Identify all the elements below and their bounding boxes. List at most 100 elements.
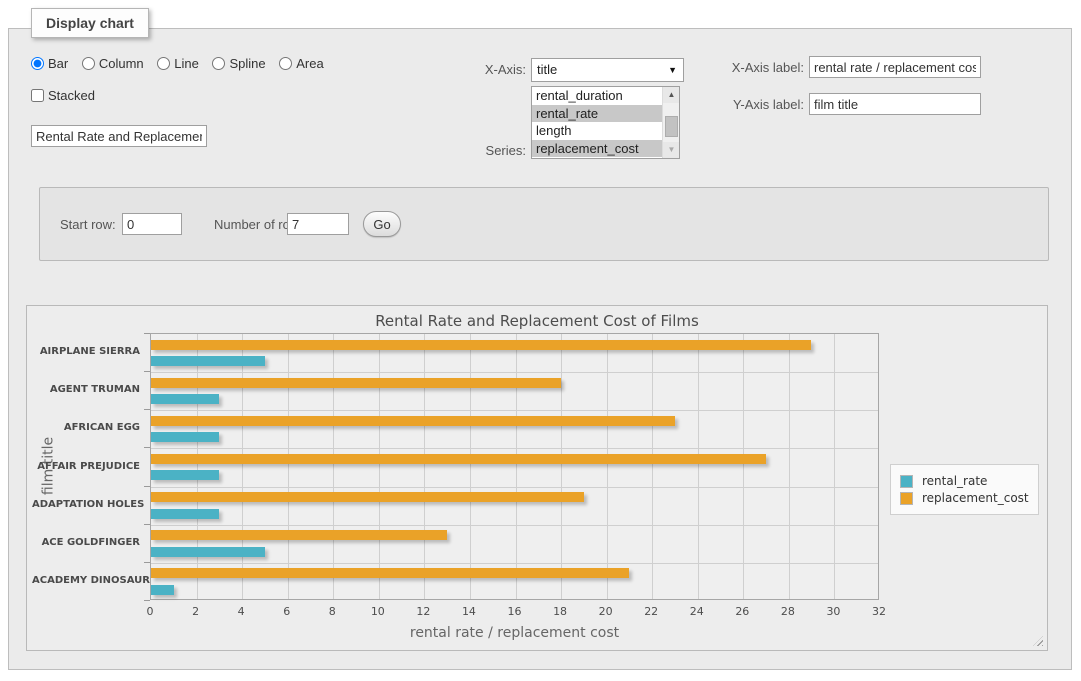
legend-entry-rental-rate: rental_rate bbox=[900, 474, 1029, 488]
spline-radio-label: Spline bbox=[229, 56, 265, 71]
y-axis-tick bbox=[144, 409, 150, 410]
bar-rental-rate bbox=[151, 356, 265, 366]
stacked-label: Stacked bbox=[48, 88, 95, 103]
category-label: AGENT TRUMAN bbox=[32, 384, 148, 395]
scrollbar-down-icon[interactable]: ▼ bbox=[663, 142, 680, 158]
scrollbar-up-icon[interactable]: ▲ bbox=[663, 87, 680, 103]
x-axis-label-label: X-Axis label: bbox=[709, 60, 804, 75]
stacked-option: Stacked bbox=[31, 88, 95, 103]
bar-rental-rate bbox=[151, 470, 219, 480]
gridline-vertical bbox=[516, 334, 517, 599]
series-option[interactable]: replacement_cost bbox=[532, 140, 662, 158]
bar-replacement-cost bbox=[151, 378, 561, 388]
gridline-vertical bbox=[379, 334, 380, 599]
x-tick-label: 22 bbox=[631, 605, 671, 618]
bar-radio[interactable] bbox=[31, 57, 44, 70]
x-axis-selected-value: title bbox=[537, 62, 557, 77]
x-tick-label: 30 bbox=[813, 605, 853, 618]
x-tick-label: 26 bbox=[722, 605, 762, 618]
line-radio-label: Line bbox=[174, 56, 199, 71]
x-axis-title: rental rate / replacement cost bbox=[150, 625, 879, 641]
replacement-cost-swatch bbox=[900, 492, 913, 505]
x-tick-label: 0 bbox=[130, 605, 170, 618]
gridline-vertical bbox=[652, 334, 653, 599]
scrollbar-thumb[interactable] bbox=[665, 116, 678, 137]
gridline-vertical bbox=[197, 334, 198, 599]
series-option[interactable]: rental_duration bbox=[532, 87, 662, 105]
gridline-horizontal bbox=[151, 563, 878, 564]
legend-entry-replacement-cost: replacement_cost bbox=[900, 491, 1029, 505]
bar-replacement-cost bbox=[151, 454, 766, 464]
category-label: AIRPLANE SIERRA bbox=[32, 346, 148, 357]
plot-area bbox=[150, 333, 879, 600]
bar-rental-rate bbox=[151, 394, 219, 404]
y-axis-tick bbox=[144, 486, 150, 487]
bar-replacement-cost bbox=[151, 340, 811, 350]
area-radio[interactable] bbox=[279, 57, 292, 70]
gridline-vertical bbox=[288, 334, 289, 599]
gridline-horizontal bbox=[151, 487, 878, 488]
category-label: ACE GOLDFINGER bbox=[32, 537, 148, 548]
y-axis-tick bbox=[144, 447, 150, 448]
y-axis-tick bbox=[144, 371, 150, 372]
gridline-vertical bbox=[789, 334, 790, 599]
x-tick-label: 32 bbox=[859, 605, 899, 618]
bar-replacement-cost bbox=[151, 568, 629, 578]
panel-legend: Display chart bbox=[31, 8, 149, 38]
chart-type-option-spline[interactable]: Spline bbox=[212, 56, 265, 71]
line-radio[interactable] bbox=[157, 57, 170, 70]
bar-replacement-cost bbox=[151, 416, 675, 426]
bar-rental-rate bbox=[151, 432, 219, 442]
chart-type-option-area[interactable]: Area bbox=[279, 56, 323, 71]
y-axis-tick bbox=[144, 333, 150, 334]
chart-legend: rental_rate replacement_cost bbox=[890, 464, 1039, 515]
x-axis-select[interactable]: title ▼ bbox=[531, 58, 684, 82]
x-tick-label: 10 bbox=[358, 605, 398, 618]
display-chart-panel: Display chart Bar Column Line Spline Are… bbox=[8, 28, 1072, 670]
replacement-cost-legend-label: replacement_cost bbox=[913, 491, 1029, 505]
x-tick-label: 12 bbox=[403, 605, 443, 618]
chart-type-option-bar[interactable]: Bar bbox=[31, 56, 68, 71]
column-radio-label: Column bbox=[99, 56, 144, 71]
series-scrollbar[interactable]: ▲ ▼ bbox=[662, 87, 679, 158]
series-listbox[interactable]: rental_durationrental_ratelengthreplacem… bbox=[531, 86, 680, 159]
chart-type-option-line[interactable]: Line bbox=[157, 56, 199, 71]
start-row-input[interactable] bbox=[122, 213, 182, 235]
series-options: rental_durationrental_ratelengthreplacem… bbox=[532, 87, 662, 158]
x-tick-label: 24 bbox=[677, 605, 717, 618]
gridline-vertical bbox=[424, 334, 425, 599]
gridline-vertical bbox=[242, 334, 243, 599]
x-tick-labels: 02468101214161820222426283032 bbox=[150, 605, 879, 619]
column-radio[interactable] bbox=[82, 57, 95, 70]
gridline-horizontal bbox=[151, 372, 878, 373]
gridline-vertical bbox=[743, 334, 744, 599]
series-option[interactable]: rental_rate bbox=[532, 105, 662, 123]
spline-radio[interactable] bbox=[212, 57, 225, 70]
gridline-horizontal bbox=[151, 410, 878, 411]
x-axis-label-input[interactable] bbox=[809, 56, 981, 78]
x-tick-label: 28 bbox=[768, 605, 808, 618]
chart-type-option-column[interactable]: Column bbox=[82, 56, 144, 71]
area-radio-label: Area bbox=[296, 56, 323, 71]
y-axis-label-input[interactable] bbox=[809, 93, 981, 115]
number-of-rows-input[interactable] bbox=[287, 213, 349, 235]
gridline-horizontal bbox=[151, 525, 878, 526]
dropdown-arrow-icon: ▼ bbox=[668, 66, 677, 75]
start-row-label: Start row: bbox=[60, 217, 116, 232]
x-tick-label: 8 bbox=[312, 605, 352, 618]
stacked-checkbox[interactable] bbox=[31, 89, 44, 102]
x-tick-label: 18 bbox=[540, 605, 580, 618]
rows-form: Start row: Number of rows: Go bbox=[39, 187, 1049, 261]
y-axis-tick bbox=[144, 524, 150, 525]
x-tick-label: 6 bbox=[267, 605, 307, 618]
gridline-vertical bbox=[698, 334, 699, 599]
chart-resize-handle[interactable] bbox=[1033, 636, 1043, 646]
series-option[interactable]: length bbox=[532, 122, 662, 140]
x-tick-label: 14 bbox=[449, 605, 489, 618]
y-axis-tick bbox=[144, 600, 150, 601]
x-tick-label: 4 bbox=[221, 605, 261, 618]
gridline-vertical bbox=[607, 334, 608, 599]
go-button[interactable]: Go bbox=[363, 211, 401, 237]
x-axis-label-text: X-Axis: bbox=[436, 62, 526, 77]
chart-title-input[interactable] bbox=[31, 125, 207, 147]
